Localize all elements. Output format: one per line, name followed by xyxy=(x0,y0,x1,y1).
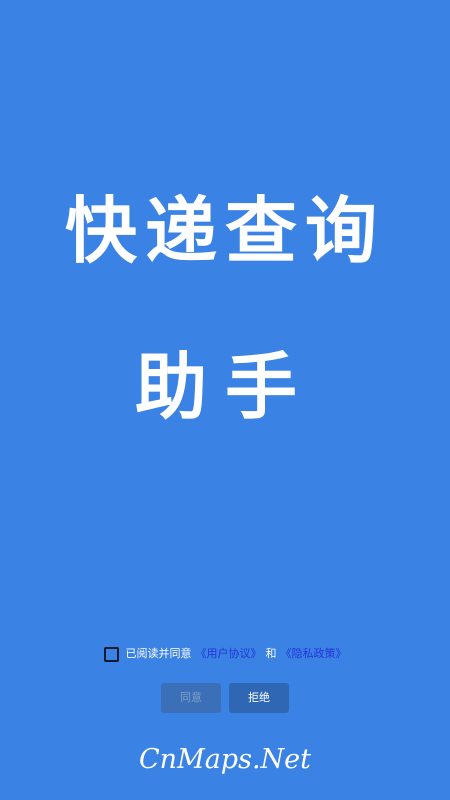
app-title-line-2: 助手 xyxy=(134,344,315,429)
agree-button[interactable]: 同意 xyxy=(161,683,221,713)
agreement-row: 已阅读并同意 《用户协议》 和 《隐私政策》 xyxy=(0,646,450,662)
app-title-line-1: 快递查询 xyxy=(64,188,385,273)
agreement-conjunction-text: 和 xyxy=(265,647,277,660)
user-agreement-link[interactable]: 《用户协议》 xyxy=(196,646,262,662)
privacy-policy-link[interactable]: 《隐私政策》 xyxy=(281,646,347,662)
refuse-button[interactable]: 拒绝 xyxy=(229,683,289,713)
agreement-prefix-text: 已阅读并同意 xyxy=(125,647,192,660)
agreement-checkbox[interactable] xyxy=(103,646,119,662)
brand-watermark: CnMaps.Net xyxy=(139,744,311,775)
